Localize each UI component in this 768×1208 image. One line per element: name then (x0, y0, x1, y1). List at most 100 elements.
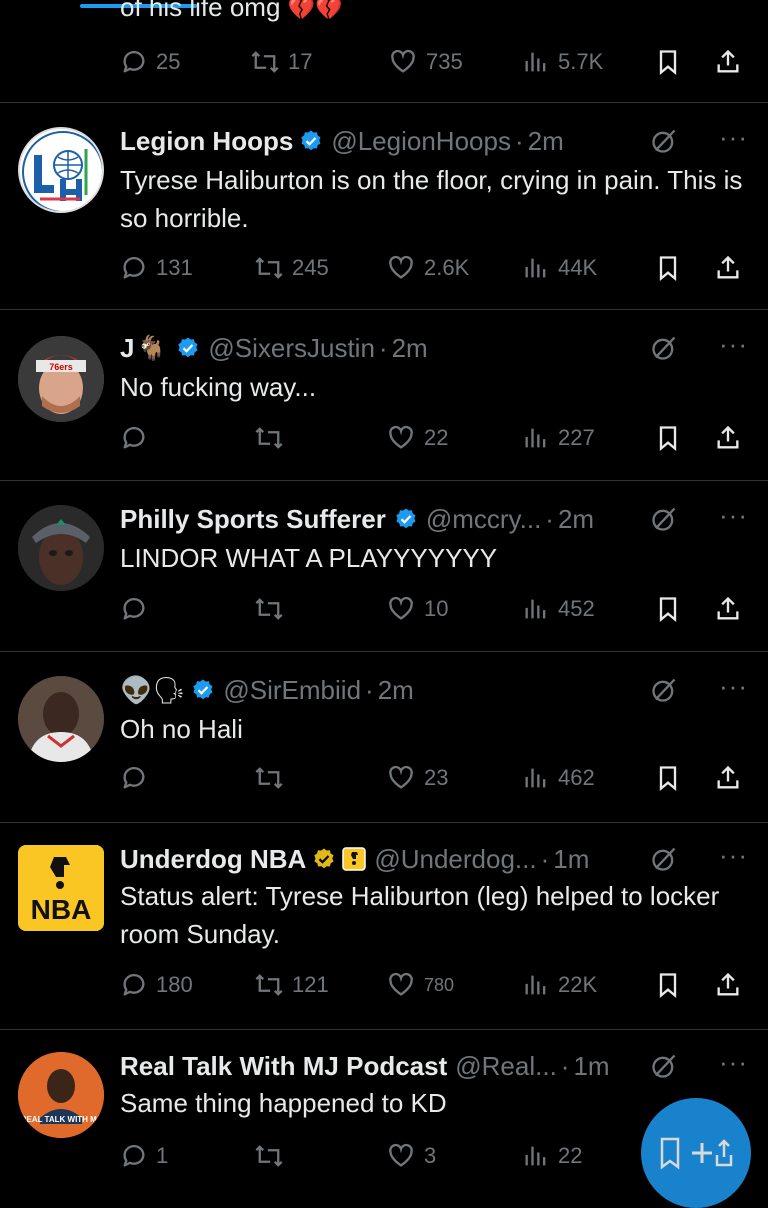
reply-button[interactable] (120, 589, 156, 629)
bookmark-button[interactable] (654, 758, 682, 798)
tweet[interactable]: NBA Underdog NBA @Underdog... · 1m ··· Sta… (0, 823, 768, 1030)
bookmark-button[interactable] (654, 965, 682, 1005)
share-icon (717, 972, 739, 996)
grok-icon[interactable] (650, 1052, 678, 1087)
repost-button[interactable] (254, 758, 292, 798)
timestamp[interactable]: 1m (553, 844, 589, 875)
avatar[interactable]: REAL TALK WITH MJ (18, 1052, 104, 1138)
timestamp[interactable]: 2m (558, 504, 594, 535)
avatar[interactable] (18, 127, 104, 213)
repost-button[interactable] (254, 589, 292, 629)
avatar[interactable]: NBA (18, 845, 104, 931)
compose-plus-icon (660, 1137, 733, 1170)
repost-button[interactable] (254, 1136, 292, 1176)
like-button[interactable]: 2.6K (386, 248, 469, 288)
broken-heart-icon: 💔 (287, 0, 316, 21)
like-button[interactable]: 735 (388, 42, 463, 82)
bookmark-button[interactable] (654, 42, 682, 82)
share-button[interactable] (714, 248, 742, 288)
share-icon (717, 765, 739, 789)
grok-icon[interactable] (650, 676, 678, 711)
more-options-icon[interactable]: ··· (719, 501, 748, 529)
share-button[interactable] (714, 42, 742, 82)
display-name[interactable]: J (120, 333, 134, 364)
tweet-text: No fucking way... (120, 372, 317, 402)
repost-button[interactable] (254, 418, 292, 458)
avatar[interactable]: 76ers (18, 336, 104, 422)
like-button[interactable]: 780 (386, 965, 454, 1005)
more-options-icon[interactable]: ··· (719, 1048, 748, 1076)
bookmark-button[interactable] (654, 248, 682, 288)
tweet[interactable]: 76ers J 🐐 @SixersJustin · 2m ··· No fuckin… (0, 310, 768, 481)
like-button[interactable]: 22 (386, 418, 448, 458)
compose-button[interactable] (641, 1098, 751, 1208)
timestamp[interactable]: 2m (528, 126, 564, 157)
timestamp[interactable]: 1m (573, 1051, 609, 1082)
bookmark-button[interactable] (654, 418, 682, 458)
display-name[interactable]: Philly Sports Sufferer (120, 504, 386, 535)
views-button[interactable]: 22K (522, 965, 597, 1005)
views-button[interactable]: 22 (522, 1136, 582, 1176)
verified-badge-icon (191, 678, 215, 702)
like-button[interactable]: 3 (386, 1136, 436, 1176)
reply-icon (123, 598, 145, 620)
alien-speaking-emoji[interactable]: 👽🗣 (120, 675, 185, 706)
grok-icon[interactable] (650, 127, 678, 162)
timestamp[interactable]: 2m (378, 675, 414, 706)
tweet-header: J 🐐 @SixersJustin · 2m ··· (120, 330, 748, 366)
grok-icon[interactable] (650, 334, 678, 369)
share-button[interactable] (714, 418, 742, 458)
views-button[interactable]: 462 (522, 758, 595, 798)
bookmark-button[interactable] (654, 589, 682, 629)
more-options-icon[interactable]: ··· (719, 672, 748, 700)
more-options-icon[interactable]: ··· (719, 123, 748, 151)
handle[interactable]: @LegionHoops (331, 126, 511, 157)
tweet-actions: 25 17 735 5.7K (120, 42, 748, 82)
views-button[interactable]: 5.7K (522, 42, 603, 82)
avatar[interactable] (18, 676, 104, 762)
views-button[interactable]: 44K (522, 248, 597, 288)
reply-button[interactable]: 25 (120, 42, 180, 82)
handle[interactable]: @Underdog... (374, 844, 536, 875)
display-name[interactable]: Legion Hoops (120, 126, 293, 157)
avatar[interactable] (18, 505, 104, 591)
reply-button[interactable]: 1 (120, 1136, 168, 1176)
reply-button[interactable]: 180 (120, 965, 193, 1005)
share-button[interactable] (714, 589, 742, 629)
display-name[interactable]: Underdog NBA (120, 844, 306, 875)
display-name[interactable]: Real Talk With MJ Podcast (120, 1051, 447, 1082)
views-button[interactable]: 227 (522, 418, 595, 458)
timestamp[interactable]: 2m (392, 333, 428, 364)
tweet[interactable]: 👽🗣 @SirEmbiid · 2m ··· Oh no Hali 23 462 (0, 652, 768, 823)
reply-button[interactable] (120, 418, 156, 458)
avatar-photo (18, 676, 104, 762)
handle[interactable]: @mccry... (426, 504, 541, 535)
handle[interactable]: @Real... (455, 1051, 557, 1082)
like-button[interactable]: 10 (386, 589, 448, 629)
handle[interactable]: @SixersJustin (208, 333, 375, 364)
share-button[interactable] (714, 965, 742, 1005)
tweet[interactable]: Philly Sports Sufferer @mccry... · 2m ··· … (0, 481, 768, 652)
share-icon (717, 596, 739, 620)
more-options-icon[interactable]: ··· (719, 330, 748, 358)
tweet-header: Legion Hoops @LegionHoops · 2m ··· (120, 123, 748, 159)
share-button[interactable] (714, 758, 742, 798)
like-button[interactable]: 23 (386, 758, 448, 798)
reply-button[interactable] (120, 758, 156, 798)
handle[interactable]: @SirEmbiid (223, 675, 361, 706)
reply-icon (123, 974, 145, 996)
grok-icon[interactable] (650, 505, 678, 540)
grok-icon[interactable] (650, 845, 678, 880)
repost-icon (255, 974, 283, 996)
repost-button[interactable]: 17 (250, 42, 312, 82)
tweet[interactable]: Legion Hoops @LegionHoops · 2m ··· Tyrese … (0, 103, 768, 310)
tweet-actions: 23 462 (120, 758, 748, 798)
repost-button[interactable]: 121 (254, 965, 329, 1005)
more-options-icon[interactable]: ··· (719, 841, 748, 869)
bookmark-icon (659, 50, 677, 75)
bookmark-icon (659, 256, 677, 281)
repost-button[interactable]: 245 (254, 248, 329, 288)
reply-button[interactable]: 131 (120, 248, 193, 288)
broken-heart-icon: 💔 (315, 0, 343, 21)
views-button[interactable]: 452 (522, 589, 595, 629)
